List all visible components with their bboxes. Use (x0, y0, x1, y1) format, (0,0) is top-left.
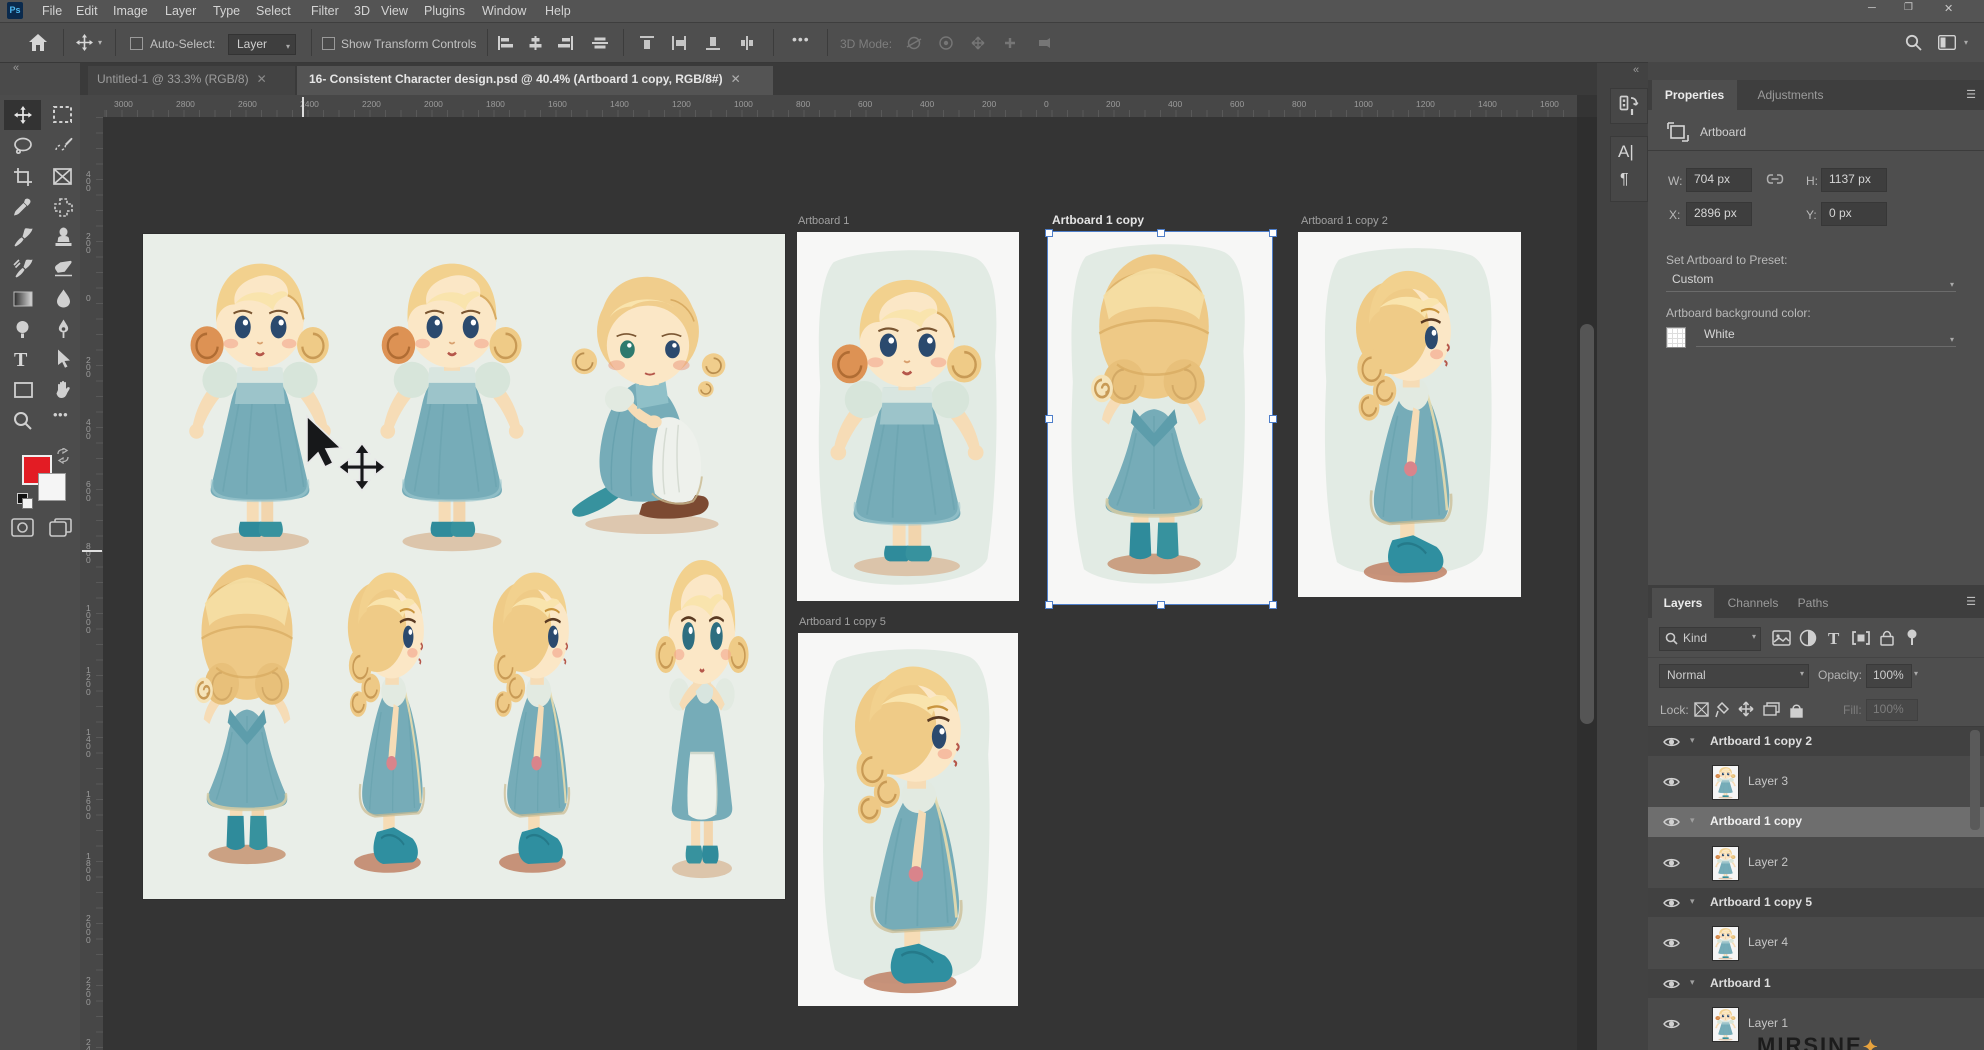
svg-text:T: T (1828, 629, 1840, 648)
